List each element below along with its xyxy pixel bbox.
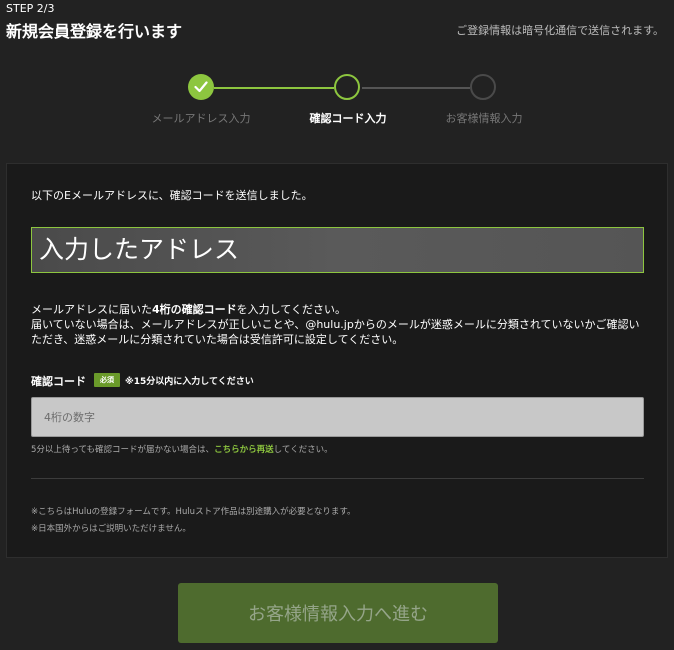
required-badge: 必須 — [94, 373, 120, 387]
step-1-complete — [188, 74, 214, 100]
resend-post: してください。 — [273, 445, 333, 455]
email-address-display: 入力したアドレス — [31, 227, 644, 273]
step-2-current — [334, 74, 360, 100]
step-label-customer-info: お客様情報入力 — [445, 112, 523, 125]
instruction-text: メールアドレスに届いた4桁の確認コードを入力してください。 届いていない場合は、… — [31, 302, 646, 347]
encryption-note: ご登録情報は暗号化通信で送信されます。 — [456, 24, 664, 37]
progress-stepper: メールアドレス入力 確認コード入力 お客様情報入力 — [0, 70, 674, 130]
form-panel — [6, 163, 668, 558]
footnote-hulu-store: ※こちらはHuluの登録フォームです。Huluストア作品は別途購入が必要となりま… — [31, 507, 356, 517]
instruction-post: を入力してください。 — [236, 303, 346, 316]
code-field-label: 確認コード — [31, 375, 86, 388]
resend-pre: 5分以上待っても確認コードが届かない場合は、 — [31, 445, 215, 455]
resend-link[interactable]: こちらから再送 — [214, 445, 274, 455]
check-icon — [194, 81, 208, 93]
footnote-overseas: ※日本国外からはご説明いただけません。 — [31, 524, 191, 534]
instruction-bold: 4桁の確認コード — [152, 303, 237, 316]
step-label-code: 確認コード入力 — [309, 112, 387, 125]
code-time-note: ※15分以内に入力してください — [125, 377, 254, 387]
page-title: 新規会員登録を行います — [6, 22, 183, 41]
step-3-pending — [470, 74, 496, 100]
verification-code-input[interactable] — [31, 397, 644, 437]
code-sent-message: 以下のEメールアドレスに、確認コードを送信しました。 — [31, 189, 313, 202]
step-indicator: STEP 2/3 — [6, 2, 55, 15]
resend-text: 5分以上待っても確認コードが届かない場合は、こちらから再送してください。 — [31, 443, 333, 455]
proceed-button[interactable]: お客様情報入力へ進む — [178, 583, 498, 643]
instruction-pre: メールアドレスに届いた — [31, 303, 152, 316]
divider — [31, 478, 644, 479]
step-label-email: メールアドレス入力 — [151, 112, 251, 125]
instruction-line2: 届いていない場合は、メールアドレスが正しいことや、@hulu.jpからのメールが… — [31, 318, 640, 346]
stepper-line-done — [214, 87, 334, 89]
stepper-line-todo — [362, 87, 470, 89]
